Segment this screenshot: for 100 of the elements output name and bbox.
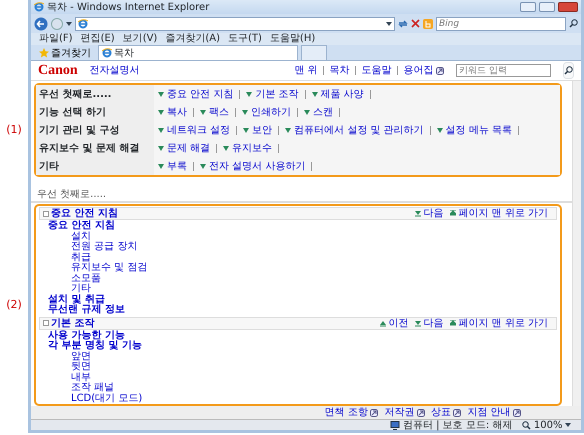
nav-arrow-icon — [450, 320, 456, 326]
header-link[interactable]: 용어집 — [404, 65, 434, 76]
page-icon — [102, 48, 112, 58]
search-field[interactable]: Bing — [436, 16, 566, 30]
quick-link[interactable]: 보안 — [252, 124, 272, 136]
footer-link[interactable]: 면책 조항 — [324, 407, 368, 418]
quick-link[interactable]: 제품 사양 — [320, 88, 364, 100]
nav-arrow-icon — [450, 210, 456, 217]
toc-link[interactable]: 앞면 — [71, 350, 91, 362]
toc-link[interactable]: 설치 — [71, 230, 91, 242]
page-icon — [78, 18, 88, 28]
quick-link[interactable]: 설정 메뉴 목록 — [446, 124, 512, 136]
quick-link[interactable]: 기본 조작 — [255, 88, 299, 100]
search-icon[interactable] — [569, 19, 578, 28]
category-heading: 기타 — [36, 157, 154, 175]
close-icon[interactable] — [411, 19, 420, 28]
triangle-icon — [242, 110, 248, 114]
window-title: 목차 - Windows Internet Explorer — [47, 2, 210, 12]
footer-link[interactable]: 상표 — [430, 407, 451, 418]
external-link-icon — [513, 408, 521, 416]
maximize-button[interactable] — [539, 2, 555, 12]
keyword-search-field[interactable]: 키워드 입력 — [456, 64, 551, 77]
toc-link[interactable]: 뒷면 — [71, 361, 91, 372]
external-link-icon — [416, 408, 425, 416]
browser-tab[interactable]: 목차 — [98, 45, 298, 60]
quick-link[interactable]: 유지보수 — [232, 142, 272, 154]
search-button[interactable] — [563, 62, 574, 79]
section-nav-link[interactable]: 페이지 맨 위로 가기 — [458, 318, 548, 328]
toc-link[interactable]: 내부 — [71, 372, 91, 382]
section-nav-link[interactable]: 다음 — [423, 318, 444, 328]
category-heading: 유지보수 및 문제 해결 — [36, 139, 154, 157]
address-field[interactable] — [75, 16, 395, 30]
quick-link[interactable]: 문제 해결 — [167, 142, 210, 154]
triangle-icon — [246, 92, 252, 96]
external-link-icon — [453, 408, 462, 416]
toc-link[interactable]: 무선랜 규제 정보 — [48, 304, 125, 315]
section-nav-link[interactable]: 페이지 맨 위로 가기 — [458, 208, 548, 219]
category-heading: 기기 관리 및 구성 — [36, 121, 154, 139]
dropdown-icon[interactable] — [386, 22, 392, 26]
toc-link[interactable]: 각 부분 명칭 및 기능 — [48, 340, 142, 351]
toc-link[interactable]: 조작 패널 — [71, 382, 114, 393]
quick-link[interactable]: 컴퓨터에서 설정 및 관리하기 — [294, 124, 424, 136]
toc-link[interactable]: LCD(대기 모드) — [71, 392, 142, 404]
zoom-level[interactable]: 100% — [534, 420, 562, 430]
toc-link[interactable]: 사용 가능한 기능 — [48, 330, 125, 340]
external-link-icon — [436, 66, 444, 74]
menu-item[interactable]: 도구(T) — [228, 33, 262, 45]
computer-icon — [390, 420, 400, 430]
dropdown-icon[interactable] — [66, 22, 72, 26]
back-button-icon[interactable] — [34, 16, 48, 30]
quick-link[interactable]: 중요 안전 지침 — [167, 88, 234, 100]
refresh-icon[interactable] — [398, 18, 408, 28]
triangle-icon — [158, 146, 164, 150]
toc-link[interactable]: 전원 공급 장치 — [71, 241, 138, 252]
header-link[interactable]: 맨 위 — [294, 65, 318, 76]
external-link-icon — [370, 408, 378, 416]
toc-link[interactable]: 기타 — [71, 283, 91, 294]
section-title: 중요 안전 지침 — [51, 208, 119, 219]
toc-link[interactable]: 취급 — [71, 252, 91, 262]
scrollbar[interactable] — [572, 81, 581, 177]
quick-link[interactable]: 복사 — [167, 106, 187, 118]
triangle-icon — [312, 92, 318, 96]
quick-link[interactable]: 팩스 — [209, 106, 229, 118]
dropdown-icon[interactable] — [565, 423, 571, 427]
footer-link[interactable]: 저작권 — [384, 407, 414, 418]
star-icon — [39, 48, 49, 58]
section-nav-link[interactable]: 다음 — [423, 208, 444, 219]
quick-link[interactable]: 스캔 — [313, 106, 333, 118]
quick-link[interactable]: 전자 설명서 사용하기 — [209, 160, 306, 172]
category-heading: 기능 선택 하기 — [36, 103, 154, 121]
triangle-icon — [243, 128, 250, 132]
favorites-button[interactable]: 즐겨찾기 — [35, 46, 95, 60]
triangle-icon — [223, 146, 230, 150]
menu-item[interactable]: 편집(E) — [80, 33, 115, 45]
menu-item[interactable]: 도움말(H) — [270, 33, 316, 45]
toc-link[interactable]: 소모품 — [71, 272, 101, 284]
callout-label: (2) — [6, 299, 22, 310]
minimize-button[interactable] — [520, 2, 536, 12]
zoom-icon[interactable] — [522, 420, 532, 430]
menu-item[interactable]: 즐겨찾기(A) — [165, 33, 220, 45]
toc-link[interactable]: 유지보수 및 점검 — [71, 262, 148, 273]
footer-link[interactable]: 지점 안내 — [467, 407, 510, 418]
section-nav-link[interactable]: 이전 — [388, 318, 408, 328]
menu-item[interactable]: 보기(V) — [122, 33, 158, 45]
triangle-icon — [200, 110, 206, 114]
quick-link[interactable]: 네트워크 설정 — [167, 124, 230, 136]
menu-item[interactable]: 파일(F) — [39, 33, 73, 45]
toc-link[interactable]: 중요 안전 지침 — [48, 220, 115, 231]
quick-link[interactable]: 부록 — [167, 160, 187, 172]
square-icon — [43, 320, 49, 326]
search-icon — [564, 66, 573, 75]
quick-link[interactable]: 인쇄하기 — [251, 106, 291, 118]
nav-arrow-icon — [415, 210, 422, 217]
callout-label: (1) — [6, 124, 22, 134]
square-icon — [43, 210, 49, 216]
triangle-icon — [200, 164, 206, 168]
header-link[interactable]: 도움말 — [362, 65, 392, 76]
toc-link[interactable]: 설치 및 취급 — [48, 294, 105, 304]
browser-icon — [34, 2, 44, 12]
header-link[interactable]: 목차 — [330, 65, 350, 76]
